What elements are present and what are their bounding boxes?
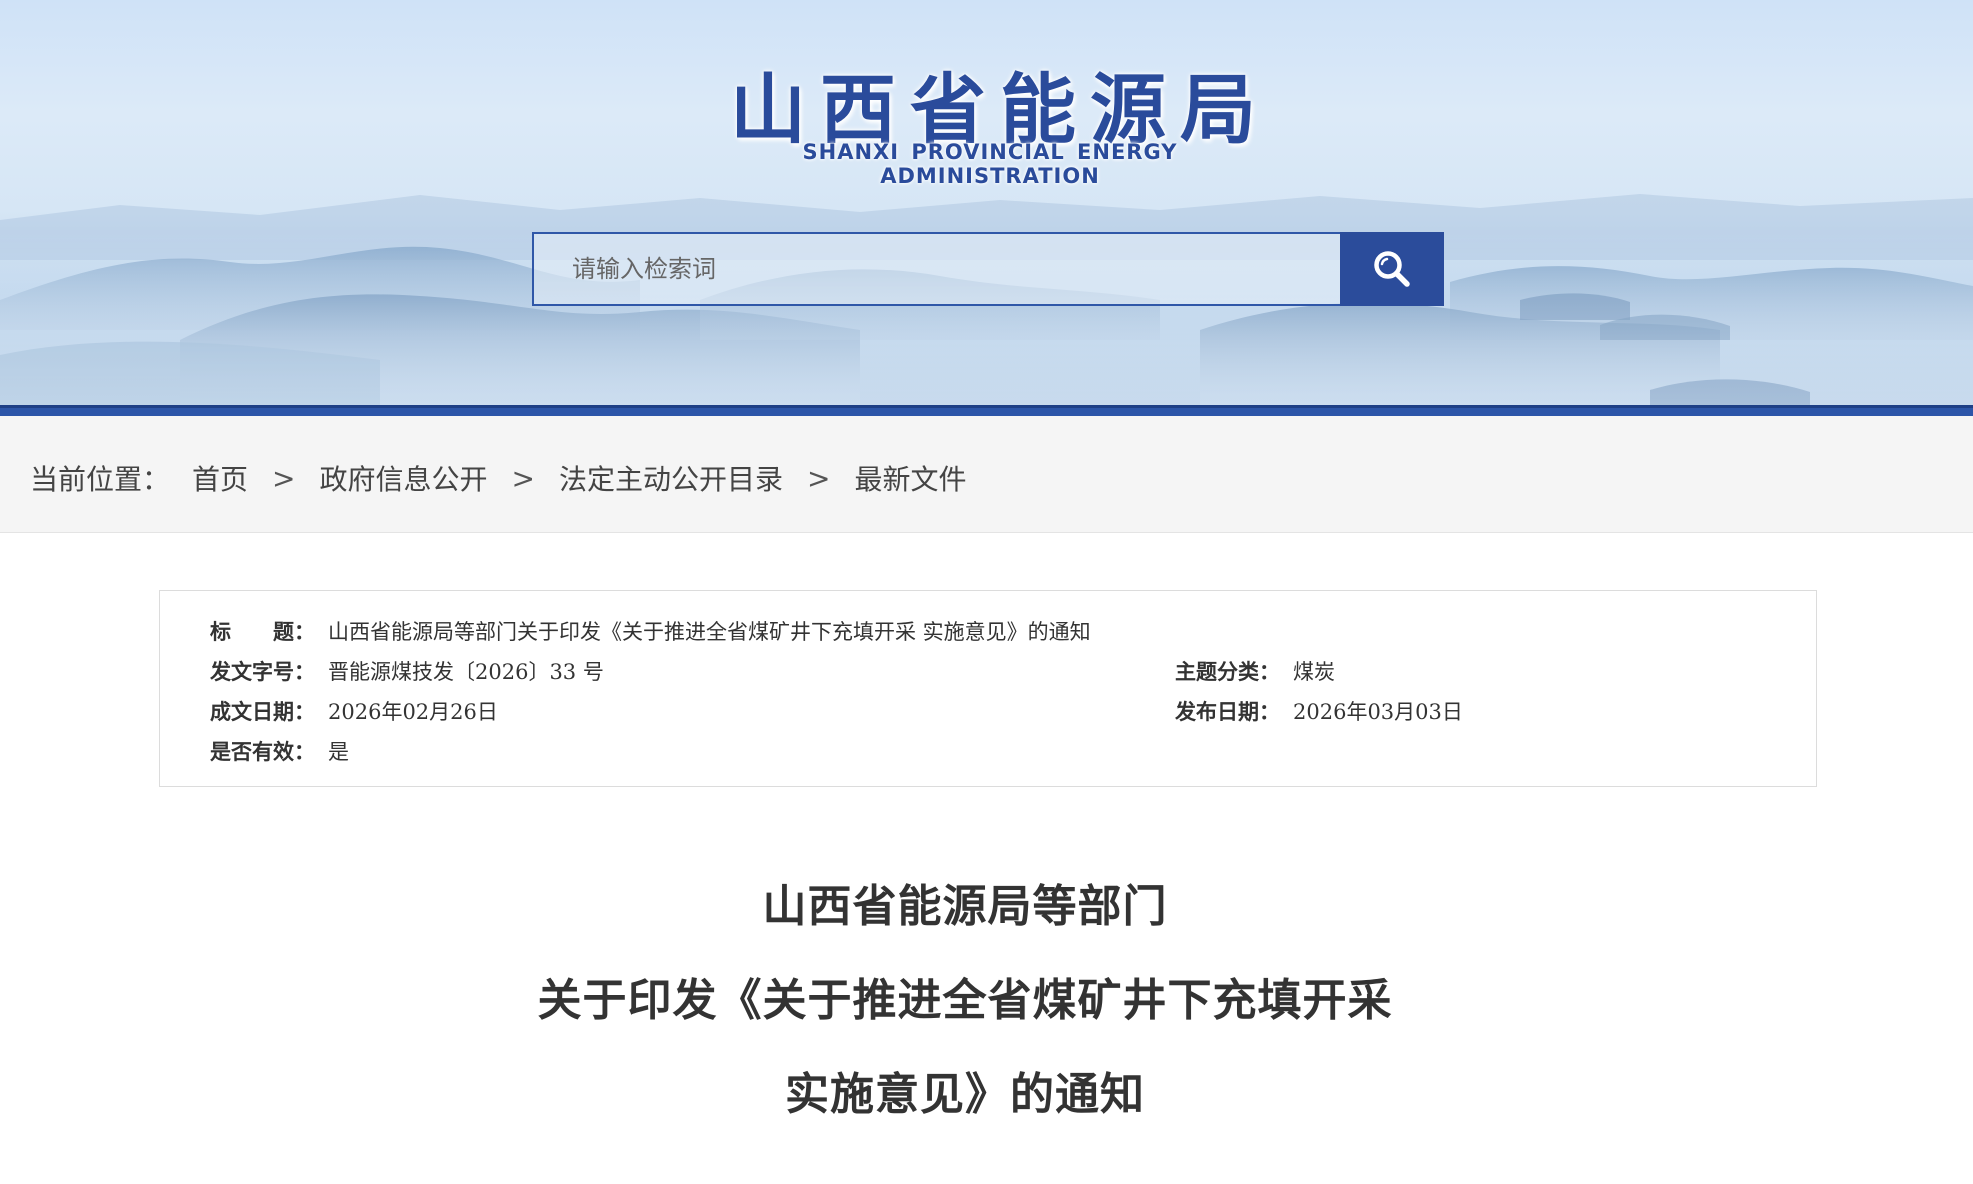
meta-valid-value: 是: [328, 740, 349, 764]
breadcrumb-bar: 当前位置： 首页 > 政府信息公开 > 法定主动公开目录 > 最新文件: [0, 416, 1973, 533]
document-title-line: 山西省能源局等部门: [762, 881, 1168, 932]
search-icon: [1374, 251, 1410, 287]
breadcrumb-item-latest[interactable]: 最新文件: [854, 458, 966, 498]
breadcrumb: 当前位置： 首页 > 政府信息公开 > 法定主动公开目录 > 最新文件: [30, 458, 966, 498]
meta-title-label: 标 题：: [210, 619, 315, 644]
breadcrumb-separator: >: [807, 461, 831, 495]
meta-doc-no-label: 发文字号：: [210, 659, 315, 684]
site-logo-english[interactable]: SHANXI PROVINCIAL ENERGY ADMINISTRATION: [700, 140, 1280, 188]
breadcrumb-item-directory[interactable]: 法定主动公开目录: [559, 458, 783, 498]
meta-topic-value: 煤炭: [1293, 660, 1335, 684]
document-title-line: 关于印发《关于推进全省煤矿井下充填开采: [537, 975, 1393, 1026]
meta-publish-value: 2026年03月03日: [1293, 700, 1463, 724]
breadcrumb-item-gov-info[interactable]: 政府信息公开: [320, 458, 488, 498]
meta-doc-no-value: 晋能源煤技发〔2026〕33 号: [328, 660, 604, 684]
document-title: 山西省能源局等部门 关于印发《关于推进全省煤矿井下充填开采 实施意见》的通知: [0, 860, 1930, 1142]
meta-written-row: 成文日期： 2026年02月26日: [210, 696, 498, 726]
meta-topic-row: 主题分类： 煤炭: [1175, 656, 1335, 686]
breadcrumb-lead: 当前位置：: [30, 463, 171, 496]
search-input[interactable]: [534, 234, 1340, 304]
meta-doc-no-row: 发文字号： 晋能源煤技发〔2026〕33 号: [210, 656, 604, 686]
document-metadata-box: 标 题： 山西省能源局等部门关于印发《关于推进全省煤矿井下充填开采 实施意见》的通…: [159, 590, 1817, 787]
meta-valid-label: 是否有效：: [210, 739, 315, 764]
header-divider-dark: [0, 405, 1973, 408]
meta-publish-row: 发布日期： 2026年03月03日: [1175, 696, 1463, 726]
search-button[interactable]: [1340, 232, 1444, 306]
breadcrumb-separator: >: [272, 461, 296, 495]
meta-publish-label: 发布日期：: [1175, 699, 1280, 724]
meta-topic-label: 主题分类：: [1175, 659, 1280, 684]
meta-title-value: 山西省能源局等部门关于印发《关于推进全省煤矿井下充填开采 实施意见》的通知: [328, 620, 1091, 644]
meta-valid-row: 是否有效： 是: [210, 736, 349, 766]
document-title-line: 实施意见》的通知: [785, 1069, 1145, 1120]
meta-title-row: 标 题： 山西省能源局等部门关于印发《关于推进全省煤矿井下充填开采 实施意见》的通…: [210, 616, 1091, 646]
meta-written-label: 成文日期：: [210, 699, 315, 724]
meta-written-value: 2026年02月26日: [328, 700, 498, 724]
breadcrumb-item-home[interactable]: 首页: [192, 458, 248, 498]
search-bar: [532, 232, 1444, 306]
breadcrumb-separator: >: [511, 461, 535, 495]
